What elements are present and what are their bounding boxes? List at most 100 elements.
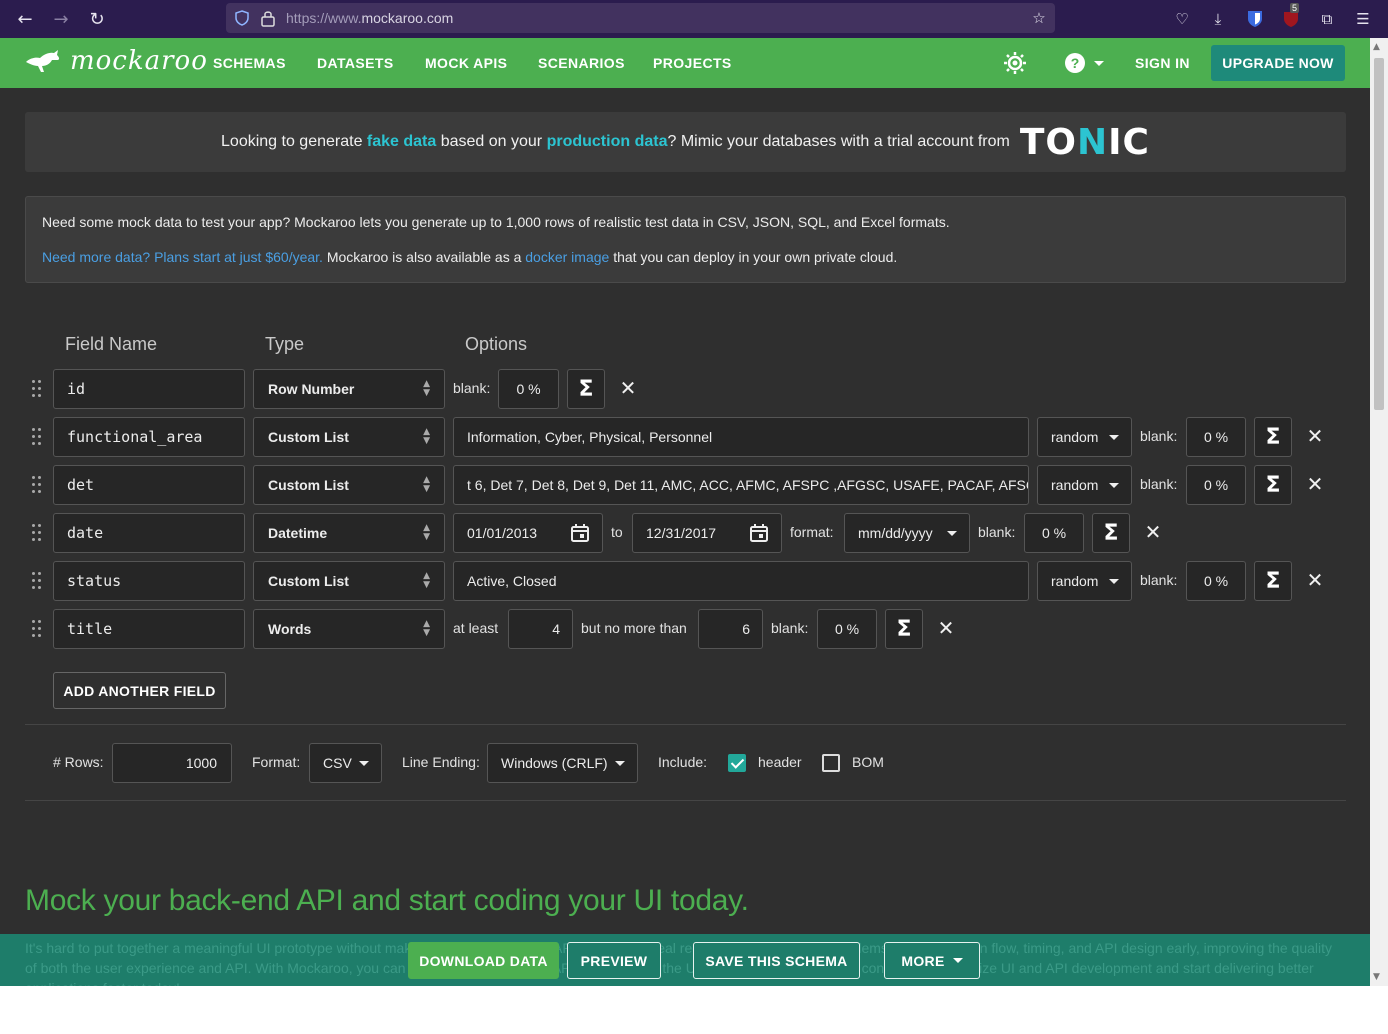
drag-handle-icon[interactable] xyxy=(32,380,42,398)
sort-arrows-icon: ▲ ▼ xyxy=(423,619,430,638)
field-name-input[interactable]: status xyxy=(53,561,245,601)
sign-in-link[interactable]: SIGN IN xyxy=(1135,55,1190,71)
field-name-input[interactable]: functional_area xyxy=(53,417,245,457)
nav-schemas[interactable]: SCHEMAS xyxy=(213,55,286,71)
max-words-input[interactable]: 6 xyxy=(698,609,763,649)
kangaroo-icon xyxy=(26,50,60,72)
extensions-icon[interactable]: ⧉ xyxy=(1316,8,1338,30)
scroll-thumb[interactable] xyxy=(1374,58,1384,410)
field-row-det: det Custom List ▲ ▼ t 6, Det 7, Det 8, Det… xyxy=(0,465,1370,505)
type-select[interactable]: Custom List ▲ ▼ xyxy=(253,417,445,457)
include-label: Include: xyxy=(658,754,708,770)
header-checkbox[interactable] xyxy=(728,754,746,772)
type-select[interactable]: Custom List ▲ ▼ xyxy=(253,561,445,601)
formula-sigma-icon[interactable]: Σ xyxy=(1254,465,1292,505)
field-name-input[interactable]: id xyxy=(53,369,245,409)
scroll-down-icon[interactable]: ▼ xyxy=(1373,972,1380,982)
sort-arrows-icon: ▲ ▼ xyxy=(423,427,430,446)
preview-button[interactable]: PREVIEW xyxy=(567,942,661,979)
min-words-input[interactable]: 4 xyxy=(508,609,573,649)
scrollbar[interactable]: ▲ ▼ xyxy=(1370,38,1388,986)
logo[interactable]: mockaroo xyxy=(24,46,208,76)
formula-sigma-icon[interactable]: Σ xyxy=(567,369,605,409)
more-button[interactable]: MORE xyxy=(884,942,980,979)
pocket-icon[interactable]: ♡ xyxy=(1171,8,1193,30)
pricing-link[interactable]: Need more data? Plans start at just $60/… xyxy=(42,249,323,265)
nav-projects[interactable]: PROJECTS xyxy=(653,55,732,71)
field-name-input[interactable]: title xyxy=(53,609,245,649)
blank-percent-input[interactable]: 0 % xyxy=(1186,561,1246,601)
back-arrow-icon[interactable]: ← xyxy=(13,7,37,31)
type-select[interactable]: Custom List ▲ ▼ xyxy=(253,465,445,505)
blank-percent-input[interactable]: 0 % xyxy=(817,609,877,649)
reload-icon[interactable]: ↻ xyxy=(85,7,109,31)
field-name-input[interactable]: date xyxy=(53,513,245,553)
help-icon[interactable]: ? xyxy=(1065,53,1085,73)
add-another-field-button[interactable]: ADD ANOTHER FIELD xyxy=(53,672,226,709)
blank-percent-input[interactable]: 0 % xyxy=(1186,465,1246,505)
formula-sigma-icon[interactable]: Σ xyxy=(885,609,923,649)
remove-field-close-icon[interactable]: ✕ xyxy=(1304,424,1326,448)
remove-field-close-icon[interactable]: ✕ xyxy=(1304,472,1326,496)
remove-field-close-icon[interactable]: ✕ xyxy=(935,616,957,640)
download-data-button[interactable]: DOWNLOAD DATA xyxy=(408,942,559,979)
bookmark-star-icon[interactable]: ☆ xyxy=(1028,7,1050,29)
blank-percent-input[interactable]: 0 % xyxy=(1024,513,1084,553)
help-chevron-down-icon[interactable] xyxy=(1094,61,1104,66)
custom-list-values-input[interactable]: t 6, Det 7, Det 8, Det 9, Det 11, AMC, A… xyxy=(453,465,1029,505)
nav-scenarios[interactable]: SCENARIOS xyxy=(538,55,625,71)
custom-list-values-input[interactable]: Active, Closed xyxy=(453,561,1029,601)
field-row-status: status Custom List ▲ ▼ Active, Closed rand… xyxy=(0,561,1370,601)
field-row-title: title Words ▲ ▼ at least 4 but no more tha… xyxy=(0,609,1370,649)
rows-input[interactable]: 1000 xyxy=(112,743,232,783)
date-from-input[interactable]: 01/01/2013 xyxy=(453,513,603,553)
blank-label: blank: xyxy=(1140,428,1178,444)
bitwarden-icon[interactable] xyxy=(1244,8,1266,30)
navbar: mockaroo SCHEMAS DATASETS MOCK APIS SCEN… xyxy=(0,38,1370,88)
remove-field-close-icon[interactable]: ✕ xyxy=(1142,520,1164,544)
ublock-icon[interactable]: 5 xyxy=(1280,3,1302,30)
date-to-input[interactable]: 12/31/2017 xyxy=(632,513,782,553)
bom-checkbox[interactable] xyxy=(822,754,840,772)
drag-handle-icon[interactable] xyxy=(32,572,42,590)
custom-list-values-input[interactable]: Information, Cyber, Physical, Personnel xyxy=(453,417,1029,457)
calendar-icon[interactable] xyxy=(749,523,769,543)
remove-field-close-icon[interactable]: ✕ xyxy=(1304,568,1326,592)
theme-toggle-icon[interactable] xyxy=(1003,51,1027,75)
remove-field-close-icon[interactable]: ✕ xyxy=(617,376,639,400)
drag-handle-icon[interactable] xyxy=(32,476,42,494)
address-bar[interactable]: https://www.mockaroo.com ☆ xyxy=(226,3,1055,33)
nav-mock-apis[interactable]: MOCK APIS xyxy=(425,55,507,71)
type-select[interactable]: Datetime ▲ ▼ xyxy=(253,513,445,553)
docker-image-link[interactable]: docker image xyxy=(525,249,609,265)
field-name-input[interactable]: det xyxy=(53,465,245,505)
order-select[interactable]: random xyxy=(1037,465,1132,505)
blank-percent-input[interactable]: 0 % xyxy=(1186,417,1246,457)
drag-handle-icon[interactable] xyxy=(32,428,42,446)
type-select[interactable]: Row Number ▲ ▼ xyxy=(253,369,445,409)
tonic-banner[interactable]: Looking to generate fake data based on y… xyxy=(25,112,1346,172)
type-select[interactable]: Words ▲ ▼ xyxy=(253,609,445,649)
download-icon[interactable]: ⤓ xyxy=(1207,8,1229,30)
sort-arrows-icon: ▲ ▼ xyxy=(423,523,430,542)
browser-toolbar: ← → ↻ https://www.mockaroo.com ☆ ♡ ⤓ 5 ⧉… xyxy=(0,0,1388,38)
upgrade-now-button[interactable]: UPGRADE NOW xyxy=(1211,45,1345,81)
date-format-select[interactable]: mm/dd/yyyy xyxy=(844,513,970,553)
format-select[interactable]: CSV xyxy=(309,743,382,783)
line-ending-select[interactable]: Windows (CRLF) xyxy=(487,743,638,783)
menu-icon[interactable]: ☰ xyxy=(1352,8,1374,30)
blank-percent-input[interactable]: 0 % xyxy=(498,369,559,409)
calendar-icon[interactable] xyxy=(570,523,590,543)
order-select[interactable]: random xyxy=(1037,417,1132,457)
forward-arrow-icon[interactable]: → xyxy=(49,7,73,31)
formula-sigma-icon[interactable]: Σ xyxy=(1092,513,1130,553)
order-select[interactable]: random xyxy=(1037,561,1132,601)
formula-sigma-icon[interactable]: Σ xyxy=(1254,417,1292,457)
scroll-up-icon[interactable]: ▲ xyxy=(1373,42,1380,52)
nav-datasets[interactable]: DATASETS xyxy=(317,55,394,71)
save-schema-button[interactable]: SAVE THIS SCHEMA xyxy=(693,942,860,979)
formula-sigma-icon[interactable]: Σ xyxy=(1254,561,1292,601)
shield-icon xyxy=(235,10,249,26)
drag-handle-icon[interactable] xyxy=(32,524,42,542)
drag-handle-icon[interactable] xyxy=(32,620,42,638)
